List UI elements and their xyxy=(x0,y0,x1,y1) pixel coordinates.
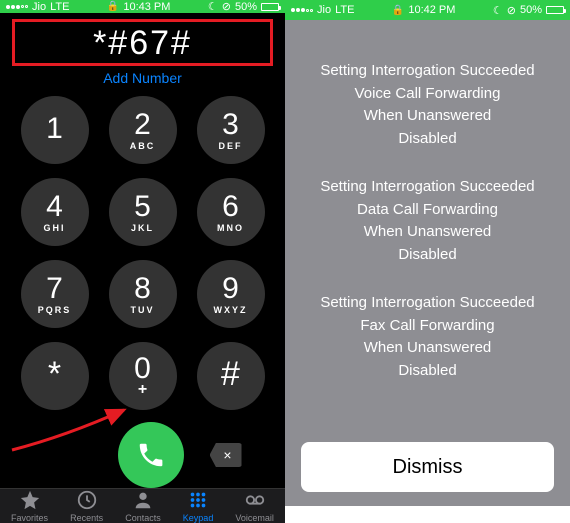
voicemail-icon xyxy=(244,489,266,511)
star-icon xyxy=(19,489,41,511)
key-1[interactable]: 1 xyxy=(21,96,89,164)
key-star[interactable]: * xyxy=(21,342,89,410)
add-number-link[interactable]: Add Number xyxy=(0,70,285,86)
moon-icon: ☾ xyxy=(493,4,503,17)
lock-icon: 🔒 xyxy=(392,5,404,16)
status-bar: Jio LTE 🔒 10:42 PM ☾ ⊘ 50% xyxy=(285,0,570,20)
tab-label: Contacts xyxy=(125,513,161,523)
phone-icon xyxy=(136,440,166,470)
signal-icon xyxy=(291,8,313,12)
keypad-icon xyxy=(187,489,209,511)
key-9[interactable]: 9WXYZ xyxy=(197,260,265,328)
signal-icon xyxy=(6,5,28,9)
battery-icon xyxy=(261,3,279,11)
clock-icon xyxy=(76,489,98,511)
dismiss-button[interactable]: Dismiss xyxy=(301,442,554,492)
time-label: 10:42 PM xyxy=(408,4,455,16)
status-bar: Jio LTE 🔒 10:43 PM ☾ ⊘ 50% xyxy=(0,0,285,13)
number-display-highlight: *#67# xyxy=(12,19,273,66)
carrier-label: Jio xyxy=(32,1,46,13)
battery-pct: 50% xyxy=(520,4,542,16)
keypad: 1 2ABC 3DEF 4GHI 5JKL 6MNO 7PQRS 8TUV 9W… xyxy=(0,96,285,410)
result-block: Setting Interrogation Succeeded Fax Call… xyxy=(305,292,550,382)
tab-favorites[interactable]: Favorites xyxy=(11,489,48,523)
alarm-icon: ⊘ xyxy=(222,0,231,13)
key-5[interactable]: 5JKL xyxy=(109,178,177,246)
dialer-screen: Jio LTE 🔒 10:43 PM ☾ ⊘ 50% *#67# Add Num… xyxy=(0,0,285,506)
tab-recents[interactable]: Recents xyxy=(70,489,103,523)
key-hash[interactable]: # xyxy=(197,342,265,410)
alarm-icon: ⊘ xyxy=(507,4,516,17)
call-button[interactable] xyxy=(118,422,184,488)
key-7[interactable]: 7PQRS xyxy=(21,260,89,328)
backspace-icon: × xyxy=(210,443,242,467)
tab-label: Keypad xyxy=(183,513,214,523)
tab-voicemail[interactable]: Voicemail xyxy=(235,489,274,523)
carrier-label: Jio xyxy=(317,4,331,16)
lock-icon: 🔒 xyxy=(107,1,119,12)
result-block: Setting Interrogation Succeeded Voice Ca… xyxy=(305,60,550,150)
key-3[interactable]: 3DEF xyxy=(197,96,265,164)
dialer-body: *#67# Add Number 1 2ABC 3DEF 4GHI 5JKL 6… xyxy=(0,13,285,488)
network-label: LTE xyxy=(50,1,69,13)
key-4[interactable]: 4GHI xyxy=(21,178,89,246)
network-label: LTE xyxy=(335,4,354,16)
time-label: 10:43 PM xyxy=(123,1,170,13)
battery-icon xyxy=(546,6,564,14)
moon-icon: ☾ xyxy=(208,0,218,13)
tab-label: Favorites xyxy=(11,513,48,523)
entered-number: *#67# xyxy=(15,24,270,63)
delete-button[interactable]: × xyxy=(208,441,244,469)
battery-pct: 50% xyxy=(235,1,257,13)
result-block: Setting Interrogation Succeeded Data Cal… xyxy=(305,176,550,266)
result-modal: Setting Interrogation Succeeded Voice Ca… xyxy=(285,20,570,506)
key-8[interactable]: 8TUV xyxy=(109,260,177,328)
tab-contacts[interactable]: Contacts xyxy=(125,489,161,523)
tab-label: Recents xyxy=(70,513,103,523)
result-screen: Jio LTE 🔒 10:42 PM ☾ ⊘ 50% Setting Inter… xyxy=(285,0,570,506)
result-text: Setting Interrogation Succeeded Voice Ca… xyxy=(285,20,570,382)
key-0[interactable]: 0+ xyxy=(109,342,177,410)
key-2[interactable]: 2ABC xyxy=(109,96,177,164)
key-6[interactable]: 6MNO xyxy=(197,178,265,246)
tab-keypad[interactable]: Keypad xyxy=(183,489,214,523)
person-icon xyxy=(132,489,154,511)
tab-label: Voicemail xyxy=(235,513,274,523)
